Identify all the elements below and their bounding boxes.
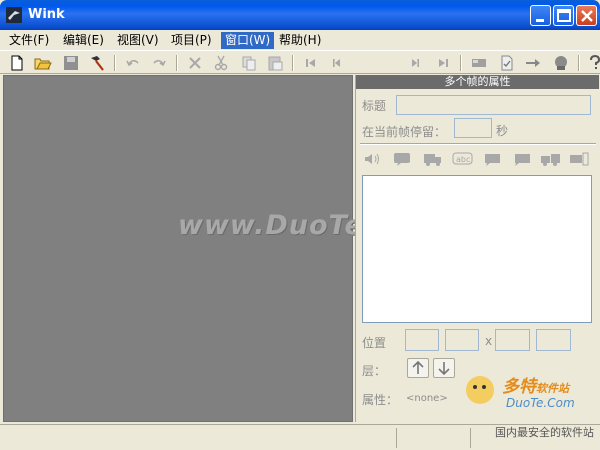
- menu-help[interactable]: 帮助(H): [275, 32, 325, 49]
- help-icon[interactable]: [586, 54, 600, 72]
- arrow-up-icon: [412, 360, 424, 374]
- capture-icon[interactable]: [470, 54, 488, 72]
- add-image-icon[interactable]: [482, 151, 504, 167]
- menu-window[interactable]: 窗口(W): [221, 32, 275, 49]
- window-title: Wink: [28, 7, 65, 22]
- title-bar[interactable]: Wink: [0, 0, 600, 30]
- frame-canvas[interactable]: [3, 75, 353, 422]
- toolbar-separator: [460, 55, 462, 71]
- seconds-unit: 秒: [496, 124, 509, 138]
- menu-view[interactable]: 视图(V): [113, 32, 163, 49]
- document-check-icon[interactable]: [498, 54, 516, 72]
- position-y-input[interactable]: [445, 329, 479, 351]
- brand-site: DuoTe.Com: [506, 396, 575, 410]
- size-width-input[interactable]: [495, 329, 530, 351]
- add-navigation-icon[interactable]: [540, 151, 562, 167]
- paste-icon[interactable]: [266, 54, 284, 72]
- position-label: 位置: [362, 336, 387, 350]
- properties-panel: 多个帧的属性 标题 在当前帧停留： 秒 abc 位置 x 层： 属性： <non…: [355, 75, 599, 422]
- divider: [360, 143, 596, 145]
- stay-label: 在当前帧停留：: [362, 125, 447, 139]
- add-cursor-icon[interactable]: [568, 151, 590, 167]
- menu-project[interactable]: 项目(P): [167, 32, 216, 49]
- maximize-button[interactable]: [553, 5, 574, 26]
- status-cell: [396, 428, 397, 448]
- close-button[interactable]: [576, 5, 597, 26]
- add-callout-icon[interactable]: [392, 151, 414, 167]
- menu-file[interactable]: 文件(F): [5, 32, 53, 49]
- arrow-down-icon: [438, 362, 450, 376]
- render-icon[interactable]: [552, 54, 570, 72]
- position-x-input[interactable]: [405, 329, 439, 351]
- app-icon: [6, 7, 22, 23]
- layer-down-button[interactable]: [433, 358, 455, 378]
- size-height-input[interactable]: [536, 329, 571, 351]
- brand-text: 多特软件站: [502, 372, 569, 397]
- first-frame-icon[interactable]: [302, 54, 320, 72]
- arrow-right-icon[interactable]: [524, 54, 542, 72]
- menu-edit[interactable]: 编辑(E): [59, 32, 108, 49]
- add-audio-icon[interactable]: [362, 151, 384, 167]
- brand-main: 多特: [502, 377, 536, 397]
- add-shape-icon[interactable]: [512, 151, 534, 167]
- toolbar-separator: [292, 55, 294, 71]
- attribute-label: 属性：: [362, 393, 399, 407]
- title-label: 标题: [362, 99, 387, 113]
- duote-logo: 多特软件站 DuoTe.Com: [462, 372, 575, 415]
- delete-icon[interactable]: [186, 54, 204, 72]
- size-separator: x: [485, 334, 493, 348]
- toolbar-separator: [114, 55, 116, 71]
- duote-mascot-icon: [466, 376, 494, 404]
- brand-tagline: 国内最安全的软件站: [495, 426, 594, 439]
- copy-icon[interactable]: [240, 54, 258, 72]
- next-frame-icon[interactable]: [406, 54, 424, 72]
- add-text-icon[interactable]: abc: [452, 151, 474, 167]
- toolbar: [0, 50, 600, 74]
- save-icon[interactable]: [62, 54, 80, 72]
- title-input[interactable]: [396, 95, 591, 115]
- stay-duration-input[interactable]: [454, 118, 492, 138]
- objects-listbox[interactable]: [362, 175, 592, 323]
- cut-icon[interactable]: [212, 54, 230, 72]
- add-button-icon[interactable]: [422, 151, 444, 167]
- panel-header: 多个帧的属性: [356, 75, 599, 89]
- menu-bar: 文件(F) 编辑(E) 视图(V) 项目(P) 窗口(W) 帮助(H): [0, 30, 600, 50]
- last-frame-icon[interactable]: [434, 54, 452, 72]
- redo-icon[interactable]: [150, 54, 168, 72]
- attribute-value: <none>: [406, 393, 448, 404]
- minimize-button[interactable]: [530, 5, 551, 26]
- layer-label: 层：: [362, 364, 387, 378]
- status-cell: [470, 428, 471, 448]
- layer-up-button[interactable]: [407, 358, 429, 378]
- brand-small: 软件站: [536, 382, 569, 395]
- undo-icon[interactable]: [124, 54, 142, 72]
- toolbar-separator: [578, 55, 580, 71]
- build-hammer-icon[interactable]: [88, 54, 106, 72]
- new-file-icon[interactable]: [8, 54, 26, 72]
- prev-frame-icon[interactable]: [328, 54, 346, 72]
- open-folder-icon[interactable]: [34, 54, 52, 72]
- svg-text:abc: abc: [456, 155, 470, 164]
- toolbar-separator: [176, 55, 178, 71]
